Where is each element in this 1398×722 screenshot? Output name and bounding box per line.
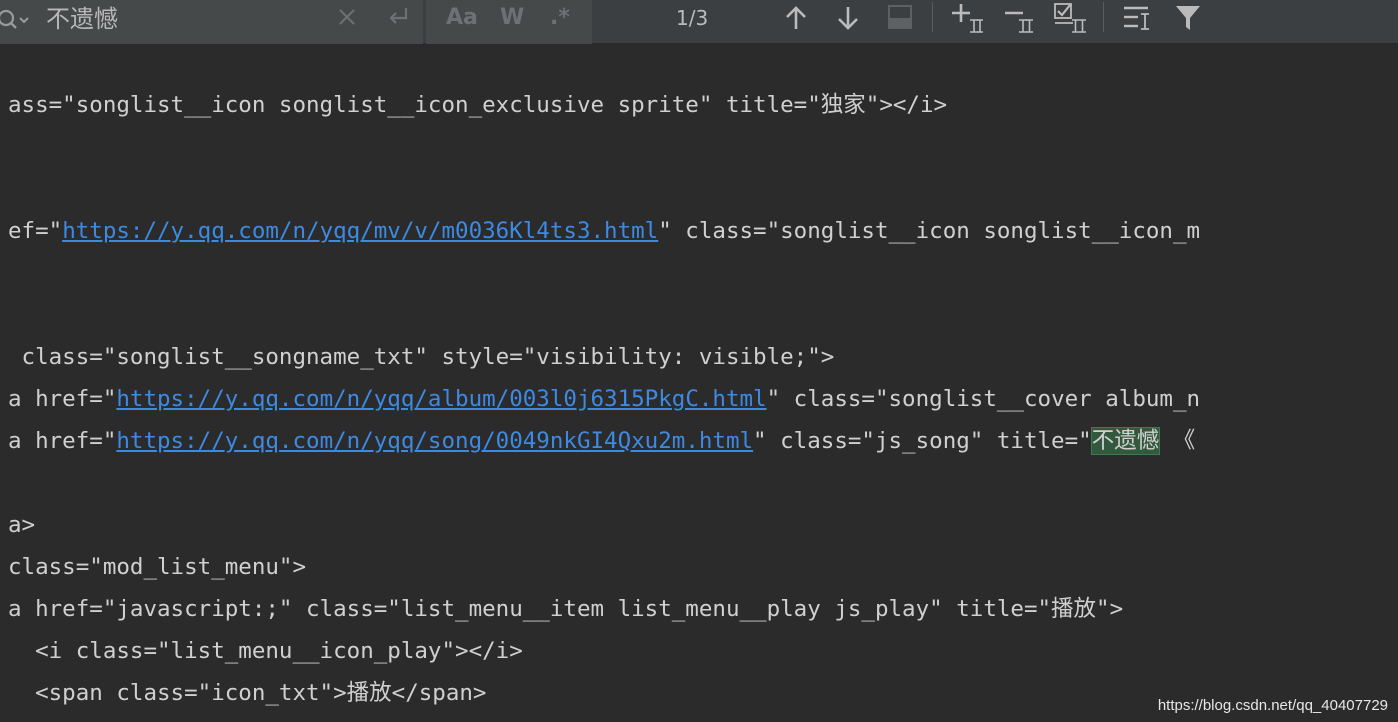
search-field[interactable]: 不遗憾 — [0, 0, 423, 44]
filter-icon[interactable] — [1174, 4, 1202, 36]
code-editor[interactable]: ass="songlist__icon songlist__icon_exclu… — [0, 45, 1398, 722]
code-line: a href="javascript:;" class="list_menu__… — [8, 591, 1123, 627]
code-text: a href=" — [8, 428, 117, 454]
code-line: a href="https://y.qq.com/n/yqq/song/0049… — [8, 423, 1195, 459]
find-toolbar: 不遗憾 Aa W .* 1/3 — [0, 0, 1398, 44]
code-link[interactable]: https://y.qq.com/n/yqq/mv/v/m0036Kl4ts3.… — [62, 218, 658, 244]
words-icon[interactable]: W — [500, 2, 524, 34]
select-all-icon[interactable] — [1053, 2, 1089, 38]
toolbar-separator — [1103, 2, 1104, 32]
code-line: class="mod_list_menu"> — [8, 549, 306, 585]
multiline-icon[interactable] — [1122, 4, 1152, 36]
code-text: <i class="list_menu__icon_play"></i> — [8, 638, 523, 664]
code-link[interactable]: https://y.qq.com/n/yqq/album/003l0j6315P… — [116, 386, 766, 412]
clear-icon[interactable] — [336, 6, 358, 32]
code-line: ass="songlist__icon songlist__icon_exclu… — [8, 87, 947, 123]
search-match-highlight: 不遗憾 — [1090, 427, 1161, 455]
code-text: ass="songlist__icon songlist__icon_exclu… — [8, 92, 948, 118]
match-count: 1/3 — [676, 6, 709, 30]
add-selection-icon[interactable] — [950, 2, 986, 38]
code-text: " class="songlist__cover album_n — [766, 386, 1201, 412]
prev-occurrence-icon[interactable] — [783, 4, 809, 36]
code-text: ef=" — [8, 218, 63, 244]
code-line: ef="https://y.qq.com/n/yqq/mv/v/m0036Kl4… — [8, 213, 1200, 249]
code-text: 《 — [1159, 428, 1196, 454]
code-line: <i class="list_menu__icon_play"></i> — [8, 633, 523, 669]
code-line: class="songlist__songname_txt" style="vi… — [8, 339, 835, 375]
code-line: a href="https://y.qq.com/n/yqq/album/003… — [8, 381, 1200, 417]
history-icon[interactable] — [384, 4, 412, 34]
code-text: <span class="icon_txt">播放</span> — [8, 680, 487, 706]
next-occurrence-icon[interactable] — [835, 4, 861, 36]
code-text: class="songlist__songname_txt" style="vi… — [8, 344, 835, 370]
code-text: a href="javascript:;" class="list_menu__… — [8, 596, 1124, 622]
code-text: a href=" — [8, 386, 117, 412]
code-link[interactable]: https://y.qq.com/n/yqq/song/0049nkGI4Qxu… — [116, 428, 753, 454]
watermark: https://blog.csdn.net/qq_40407729 — [1157, 697, 1388, 714]
match-case-icon[interactable]: Aa — [446, 2, 478, 34]
regex-icon[interactable]: .* — [550, 2, 570, 34]
search-options: Aa W .* — [426, 0, 592, 44]
search-icon[interactable] — [0, 6, 34, 36]
code-line: <span class="icon_txt">播放</span> — [8, 675, 486, 711]
search-input[interactable]: 不遗憾 — [46, 4, 118, 34]
code-text: a> — [8, 512, 36, 538]
code-text: class="mod_list_menu"> — [8, 554, 307, 580]
code-text: " class="js_song" title=" — [753, 428, 1092, 454]
code-line: a> — [8, 507, 35, 543]
toolbar-separator — [932, 2, 933, 32]
code-text: " class="songlist__icon songlist__icon_m — [658, 218, 1201, 244]
remove-selection-icon[interactable] — [1003, 2, 1039, 38]
open-in-window-icon[interactable] — [887, 4, 913, 34]
